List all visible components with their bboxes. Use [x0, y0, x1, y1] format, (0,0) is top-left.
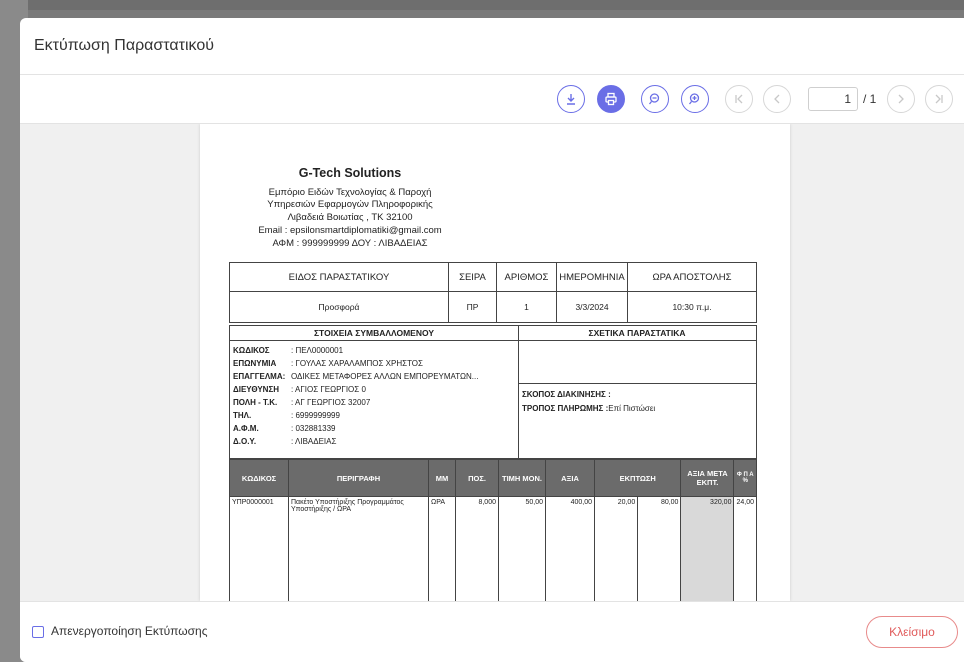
print-icon	[605, 92, 617, 106]
item-discount-amount: 80,00	[637, 496, 682, 601]
col-value: ΑΞΙΑ	[545, 459, 595, 497]
party-row: Δ.Ο.Υ.: ΛΙΒΑΔΕΙΑΣ	[233, 437, 337, 446]
doc-type-value: Προσφορά	[229, 291, 449, 323]
item-qty: 8,000	[455, 496, 499, 601]
party-row: ΠΟΛΗ - Τ.Κ.: ΑΓ ΓΕΩΡΓΙΟΣ 32007	[233, 398, 371, 407]
col-number: ΑΡΙΘΜΟΣ	[496, 262, 557, 292]
first-page-icon	[735, 94, 743, 104]
item-discount-pct: 20,00	[593, 496, 639, 601]
date-value: 3/3/2024	[556, 291, 628, 323]
company-line: Υπηρεσιών Εφαρμογών Πληροφορικής	[267, 199, 433, 210]
col-date: ΗΜΕΡΟΜΗΝΙΑ	[556, 262, 628, 292]
modal-footer: Απενεργοποίηση Εκτύπωσης Κλείσιμο	[20, 601, 964, 662]
party-row: ΚΩΔΙΚΟΣ: ΠΕΛ0000001	[233, 346, 344, 355]
zoom-out-icon	[648, 93, 660, 105]
last-page-icon	[935, 94, 943, 104]
series-value: ΠΡ	[448, 291, 497, 323]
item-net-value: 320,00	[680, 496, 735, 601]
item-value: 400,00	[545, 496, 595, 601]
prev-page-icon	[774, 94, 780, 104]
pdf-toolbar: / 1	[20, 75, 964, 124]
disable-print-label[interactable]: Απενεργοποίηση Εκτύπωσης	[51, 624, 208, 638]
company-tax-id: ΑΦΜ : 999999999 ΔΟΥ : ΛΙΒΑΔΕΙΑΣ	[272, 238, 428, 249]
item-vat: 24,00	[733, 496, 757, 601]
number-value: 1	[496, 291, 557, 323]
col-net-value: ΑΞΙΑ ΜΕΤΑ ΕΚΠΤ.	[680, 459, 735, 497]
download-icon	[567, 94, 575, 105]
purpose-label: ΣΚΟΠΟΣ ΔΙΑΚΙΝΗΣΗΣ :	[522, 390, 611, 399]
item-unit-price: 50,00	[498, 496, 546, 601]
col-discount: ΕΚΠΤΩΣΗ	[593, 459, 682, 497]
col-series: ΣΕΙΡΑ	[448, 262, 497, 292]
item-code: ΥΠΡ0000001	[229, 496, 289, 601]
first-page-button[interactable]	[725, 85, 753, 113]
company-name: G-Tech Solutions	[298, 166, 402, 180]
party-row: ΤΗΛ.: 6999999999	[233, 411, 340, 420]
document-page: G-Tech Solutions Εμπόριο Ειδών Τεχνολογί…	[200, 124, 790, 601]
print-button[interactable]	[597, 85, 625, 113]
col-send-time: ΩΡΑ ΑΠΟΣΤΟΛΗΣ	[627, 262, 757, 292]
related-docs-heading: ΣΧΕΤΙΚΑ ΠΑΡΑΣΤΑΤΙΚΑ	[518, 326, 756, 341]
col-code: ΚΩΔΙΚΟΣ	[229, 459, 289, 497]
zoom-in-button[interactable]	[681, 85, 709, 113]
col-doc-type: ΕΙΔΟΣ ΠΑΡΑΣΤΑΤΙΚΟΥ	[229, 262, 449, 292]
party-section: ΣΤΟΙΧΕΙΑ ΣΥΜΒΑΛΛΟΜΕΝΟΥ ΚΩΔΙΚΟΣ: ΠΕΛ00000…	[229, 325, 757, 459]
send-time-value: 10:30 π.μ.	[627, 291, 757, 323]
zoom-out-button[interactable]	[641, 85, 669, 113]
col-unit-price: ΤΙΜΗ ΜΟΝ.	[498, 459, 546, 497]
col-unit: ΜΜ	[428, 459, 456, 497]
page-total: / 1	[863, 92, 877, 106]
page-number-input[interactable]	[808, 87, 858, 111]
party-heading: ΣΤΟΙΧΕΙΑ ΣΥΜΒΑΛΛΟΜΕΝΟΥ	[230, 326, 518, 341]
zoom-in-icon	[688, 93, 700, 105]
company-line: Εμπόριο Ειδών Τεχνολογίας & Παροχή	[268, 187, 432, 198]
document-info-table: ΕΙΔΟΣ ΠΑΡΑΣΤΑΤΙΚΟΥ ΣΕΙΡΑ ΑΡΙΘΜΟΣ ΗΜΕΡΟΜΗ…	[229, 262, 757, 323]
party-row: ΕΠΑΓΓΕΛΜΑ: ΟΔΙΚΕΣ ΜΕΤΑΦΟΡΕΣ ΑΛΛΩΝ ΕΜΠΟΡΕΥ…	[233, 372, 479, 381]
company-email: Email : epsilonsmartdiplomatiki@gmail.co…	[258, 225, 442, 236]
related-divider	[518, 383, 756, 384]
prev-page-button[interactable]	[763, 85, 791, 113]
close-button[interactable]: Κλείσιμο	[866, 616, 958, 648]
item-description: Πακέτο Υποστήριξης Προγραμμάτος Υποστήρι…	[288, 496, 429, 601]
line-items-table: ΚΩΔΙΚΟΣ ΠΕΡΙΓΡΑΦΗ ΜΜ ΠΟΣ. ΤΙΜΗ ΜΟΝ. ΑΞΙΑ…	[229, 459, 757, 601]
col-description: ΠΕΡΙΓΡΑΦΗ	[288, 459, 429, 497]
table-row: ΥΠΡ0000001 Πακέτο Υποστήριξης Προγραμμάτ…	[229, 496, 757, 601]
modal-header: Εκτύπωση Παραστατικού	[20, 18, 964, 75]
col-qty: ΠΟΣ.	[455, 459, 499, 497]
disable-print-checkbox[interactable]	[32, 626, 44, 638]
last-page-button[interactable]	[925, 85, 953, 113]
document-viewer[interactable]: G-Tech Solutions Εμπόριο Ειδών Τεχνολογί…	[20, 124, 964, 601]
next-page-button[interactable]	[887, 85, 915, 113]
payment-method: ΤΡΟΠΟΣ ΠΛΗΡΩΜΗΣ :Επί Πιστώσει	[522, 404, 656, 413]
next-page-icon	[898, 94, 904, 104]
modal-title: Εκτύπωση Παραστατικού	[34, 37, 214, 54]
company-line: Λιβαδειά Βοιωτίας , ΤΚ 32100	[287, 212, 413, 223]
item-unit: ΩΡΑ	[428, 496, 456, 601]
download-button[interactable]	[557, 85, 585, 113]
print-modal: Εκτύπωση Παραστατικού / 1 G-Te	[20, 18, 964, 662]
col-vat: Φ Π Α %	[733, 459, 757, 497]
party-row: ΕΠΩΝΥΜΙΑ: ΓΟΥΛΑΣ ΧΑΡΑΛΑΜΠΟΣ ΧΡΗΣΤΟΣ	[233, 359, 423, 368]
party-row: ΔΙΕΥΘΥΝΣΗ: ΑΓΙΟΣ ΓΕΩΡΓΙΟΣ 0	[233, 385, 366, 394]
background-top	[0, 0, 964, 10]
party-row: Α.Φ.Μ.: 032881339	[233, 424, 336, 433]
